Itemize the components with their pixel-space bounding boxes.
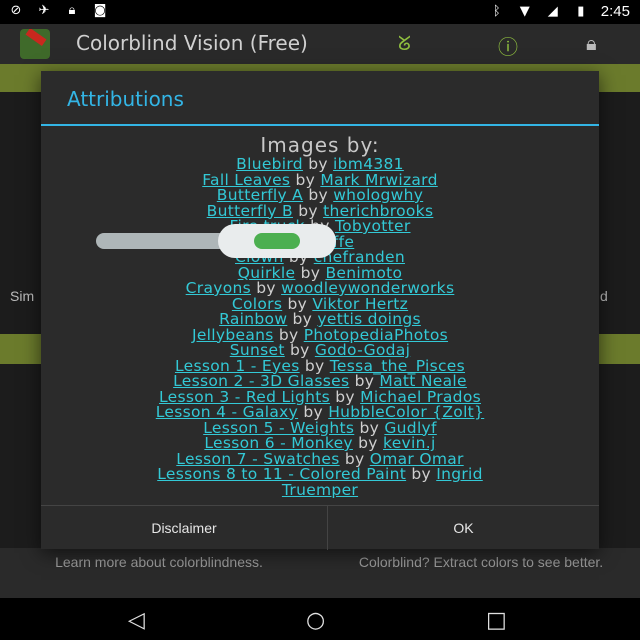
- navigation-bar: ◁ ○ □: [0, 598, 640, 640]
- card-learn[interactable]: Learn more about colorblindness.: [0, 554, 318, 570]
- toggle-switch[interactable]: [218, 224, 336, 258]
- satellite-icon: ✈: [38, 3, 50, 18]
- wifi-icon: ▼: [519, 3, 530, 19]
- by-text: by: [411, 465, 431, 483]
- disclaimer-button[interactable]: Disclaimer: [41, 506, 327, 550]
- info-icon[interactable]: ⓘ: [498, 31, 518, 60]
- attribution-line: Truemper: [41, 481, 599, 499]
- app-title: Colorblind Vision (Free): [76, 31, 308, 55]
- recents-icon[interactable]: □: [486, 608, 507, 633]
- lock-icon: 🔒︎: [68, 3, 76, 18]
- dialog-title: Attributions: [67, 87, 184, 111]
- android-icon: ◙: [93, 3, 107, 18]
- background-text: d: [600, 288, 608, 304]
- attribution-list: Bluebird by ibm4381 Fall Leaves by Mark M…: [41, 156, 599, 483]
- background-text: Sim: [10, 288, 35, 304]
- sim-icon: ⊘: [10, 3, 22, 18]
- dialog-body: Images by: Bluebird by ibm4381 Fall Leave…: [41, 133, 599, 498]
- attributions-dialog: Attributions Images by: Bluebird by ibm4…: [41, 71, 599, 550]
- bluetooth-icon: ᛒ: [492, 3, 501, 19]
- author-link[interactable]: Ingrid: [436, 465, 483, 483]
- app-logo-icon[interactable]: [20, 29, 50, 59]
- back-icon[interactable]: ◁: [128, 608, 145, 633]
- clock: 2:45: [600, 3, 630, 20]
- title-divider: [41, 124, 599, 126]
- app-bar: Colorblind Vision (Free) ᘜ ⓘ 🔒︎: [0, 24, 640, 64]
- author-link[interactable]: Truemper: [282, 481, 358, 499]
- battery-icon: ▮: [577, 3, 585, 19]
- g-icon[interactable]: ᘜ: [398, 31, 411, 55]
- dialog-buttons: Disclaimer OK: [41, 505, 599, 550]
- signal-icon: ◢: [547, 3, 558, 19]
- background-cards: Learn more about colorblindness. Colorbl…: [0, 548, 640, 598]
- lock-icon[interactable]: 🔒︎: [586, 31, 597, 55]
- images-by-heading: Images by:: [260, 133, 380, 157]
- status-bar: ⊘ ✈ 🔒︎ ◙ ᛒ ▼ ◢ ▮ 2:45: [0, 0, 640, 24]
- ok-button[interactable]: OK: [328, 506, 599, 550]
- home-icon[interactable]: ○: [306, 608, 325, 633]
- card-extract[interactable]: Colorblind? Extract colors to see better…: [322, 554, 640, 570]
